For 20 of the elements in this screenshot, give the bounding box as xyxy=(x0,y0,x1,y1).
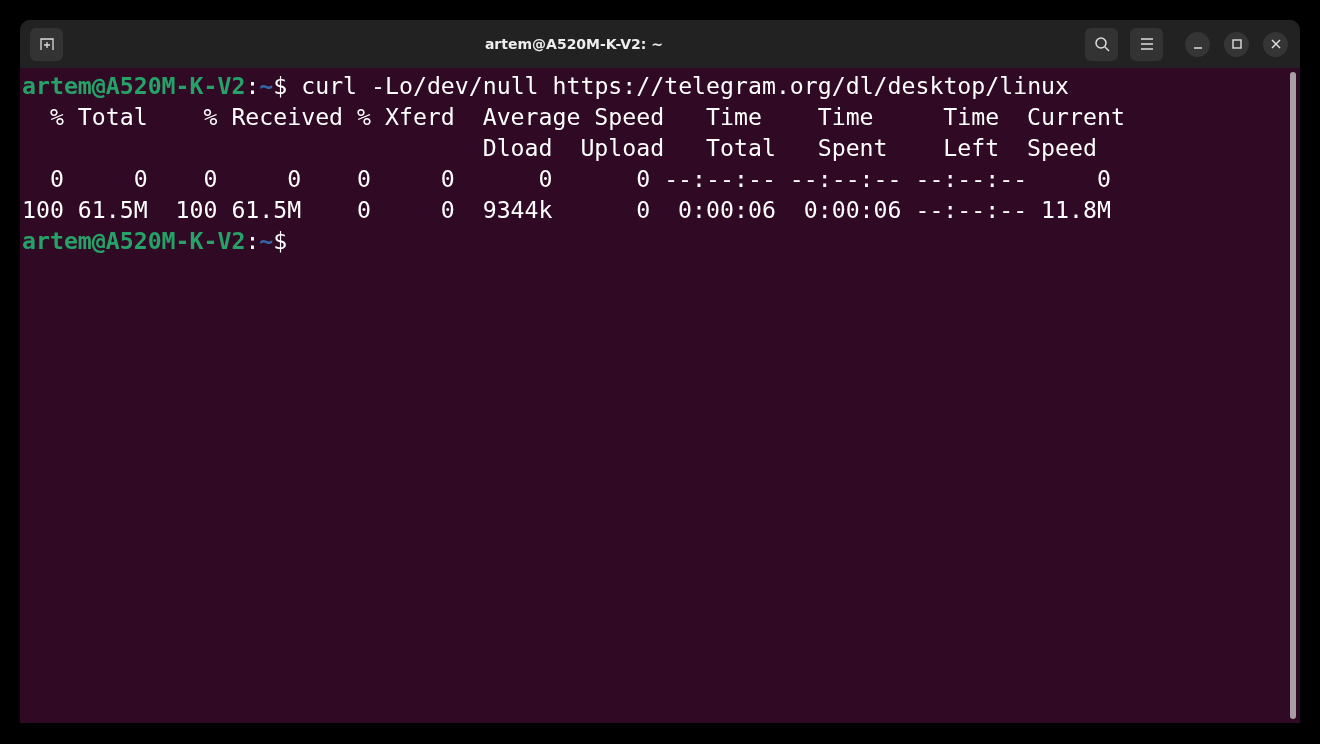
menu-button[interactable] xyxy=(1130,27,1163,61)
scrollbar-thumb[interactable] xyxy=(1290,72,1296,719)
window-title: artem@A520M-K-V2: ~ xyxy=(483,36,665,52)
output-line: Dload Upload Total Spent Left Speed xyxy=(481,133,1097,163)
minimize-icon xyxy=(1193,46,1202,49)
new-tab-icon xyxy=(38,36,55,52)
minimize-button[interactable] xyxy=(1185,31,1210,57)
close-icon xyxy=(1270,39,1281,49)
search-icon xyxy=(1093,36,1110,52)
output-line: % Total % Received % Xferd Average Speed Time Time Time Current xyxy=(48,102,1125,132)
close-button[interactable] xyxy=(1263,31,1288,57)
menu-icon xyxy=(1139,38,1154,50)
maximize-button[interactable] xyxy=(1224,31,1249,57)
search-button[interactable] xyxy=(1085,27,1118,61)
prompt-line: artem@A520M-K-V2:~$ xyxy=(22,226,288,256)
prompt-line: artem@A520M-K-V2:~$ curl -Lo/dev/null https://telegram.org/dl/desktop/linux xyxy=(22,71,1070,101)
maximize-icon xyxy=(1231,39,1242,49)
new-tab-button[interactable] xyxy=(30,27,63,61)
output-line: 100 61.5M 100 61.5M 0 0 9344k 0 0:00:06 0:00:06 --:--:-- 11.8M xyxy=(22,195,1111,225)
output-line: 0 0 0 0 0 0 0 0 --:--:-- --:--:-- --:--:-- 0 xyxy=(48,164,1111,194)
